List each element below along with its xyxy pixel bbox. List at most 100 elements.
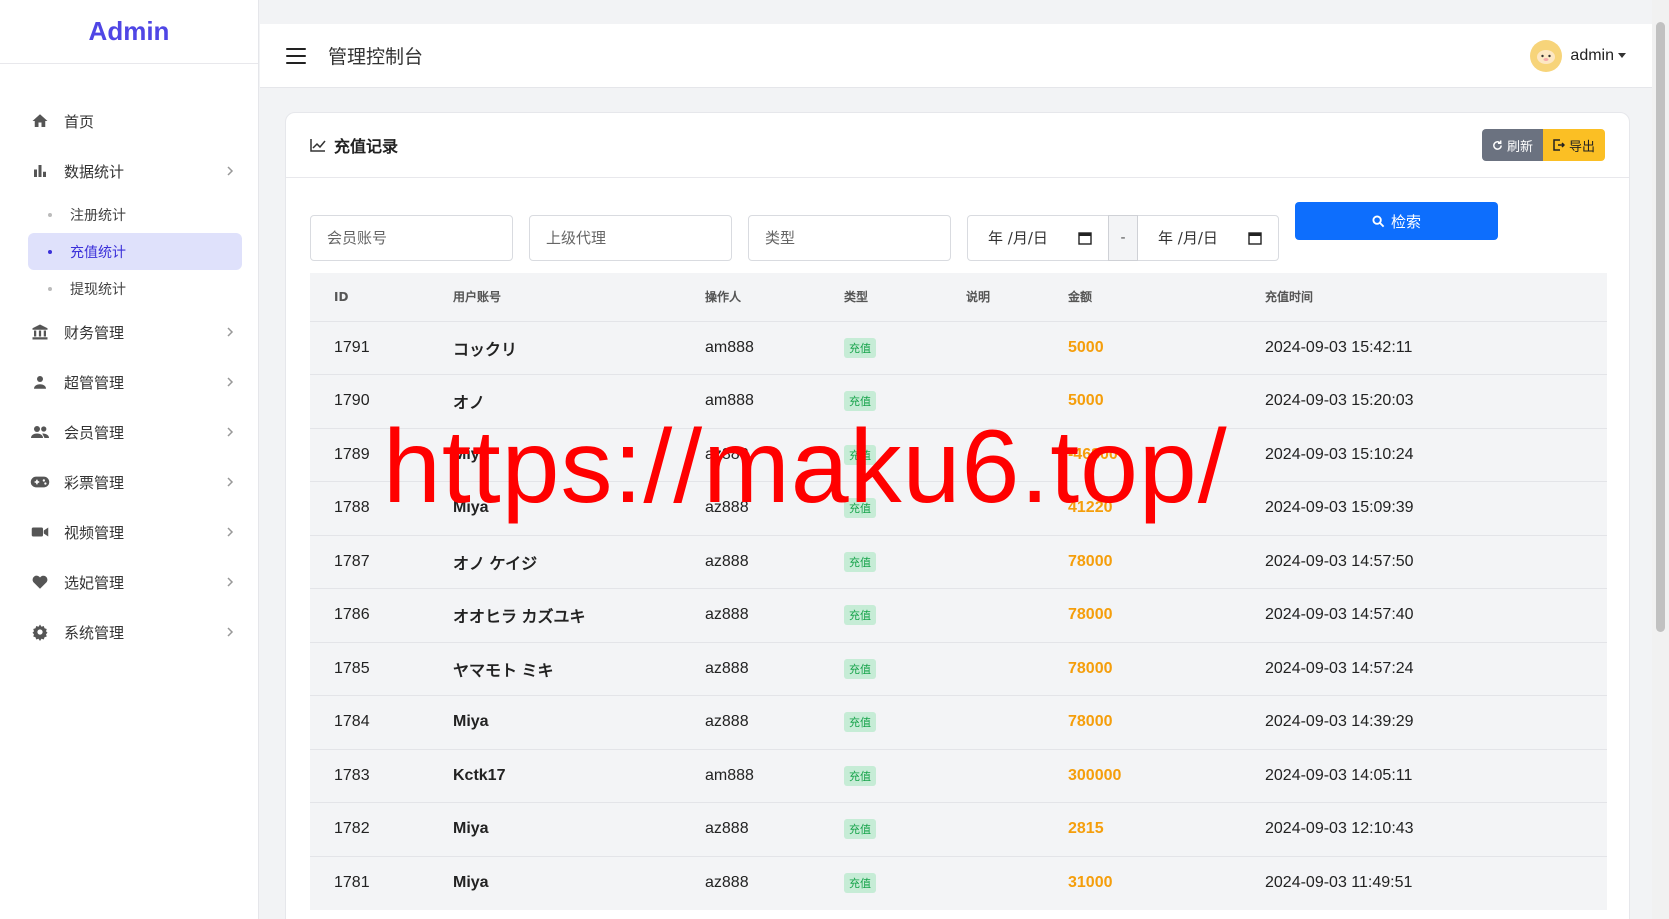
cell-operator: am888 xyxy=(705,766,754,784)
cell-amount: 78000 xyxy=(1068,552,1113,570)
cell-user: Miya xyxy=(453,713,489,731)
type-badge: 充值 xyxy=(844,712,876,733)
cell-time: 2024-09-03 15:42:11 xyxy=(1265,338,1413,356)
watermark-text: https://maku6.top/ xyxy=(383,409,1228,525)
date-to-field[interactable]: 年 /月/日 xyxy=(1138,216,1278,260)
filter-bar: 年 /月/日 - 年 /月/日 检索 xyxy=(286,178,1629,273)
cell-type: 充值 xyxy=(820,589,942,643)
brand-logo-text[interactable]: Admin xyxy=(89,16,170,47)
column-header: 类型 xyxy=(844,290,869,305)
cell-time: 2024-09-03 15:20:03 xyxy=(1265,392,1414,410)
cell-operator: az888 xyxy=(705,874,749,891)
cell-note xyxy=(942,589,1044,643)
cell-user: オオヒラ カズユキ xyxy=(453,609,586,627)
member-account-input[interactable] xyxy=(310,214,513,261)
column-header: 说明 xyxy=(966,290,991,305)
table-row[interactable]: 1784 Miya az888 充值 78000 2024-09-03 14:39:29 xyxy=(310,695,1607,749)
type-badge: 充值 xyxy=(844,605,876,626)
parent-agent-input[interactable] xyxy=(529,214,732,261)
cell-note xyxy=(942,321,1044,375)
bullet-icon xyxy=(48,249,52,254)
sidebar: Admin 首页 数据统计 注册统计 充值统计 提现统计 财务管理 超管管理 会… xyxy=(0,0,259,919)
sidebar-item-label: 财务管理 xyxy=(64,323,125,342)
chevron-right-icon xyxy=(227,427,234,437)
cell-operator: az888 xyxy=(705,659,749,677)
sidebar-item-label: 会员管理 xyxy=(64,423,125,442)
bank-icon xyxy=(30,322,50,342)
cell-id: 1784 xyxy=(334,713,370,731)
cell-id: 1782 xyxy=(334,820,370,838)
date-separator: - xyxy=(1108,214,1138,261)
type-badge: 充值 xyxy=(844,873,876,893)
sidebar-item-lottery[interactable]: 彩票管理 xyxy=(0,457,258,507)
cell-time: 2024-09-03 14:57:40 xyxy=(1265,606,1414,624)
refresh-button[interactable]: 刷新 xyxy=(1481,129,1543,161)
search-label: 检索 xyxy=(1390,212,1421,231)
search-button[interactable]: 检索 xyxy=(1295,202,1498,240)
sidebar-item-data-stats[interactable]: 数据统计 xyxy=(0,146,258,196)
column-header: 充值时间 xyxy=(1265,290,1314,305)
table-header: ID 用户账号 操作人 类型 说明 金额 充值时间 xyxy=(310,273,1607,321)
cell-note xyxy=(942,856,1044,910)
table-row[interactable]: 1786 オオヒラ カズユキ az888 充值 78000 2024-09-03 14:5… xyxy=(310,588,1607,643)
sidebar-subitem-withdraw-stats[interactable]: 提现统计 xyxy=(28,270,242,307)
sidebar-item-label: 首页 xyxy=(64,112,95,131)
sidebar-item-super-admin[interactable]: 超管管理 xyxy=(0,357,258,407)
table-row[interactable]: 1781 Miya az888 充值 31000 2024-09-03 11:49:51 xyxy=(310,856,1607,910)
cell-type: 充值 xyxy=(820,856,942,910)
cell-operator: az888 xyxy=(705,606,749,624)
type-input[interactable] xyxy=(748,214,951,261)
cell-time: 2024-09-03 11:49:51 xyxy=(1265,874,1413,891)
avatar[interactable] xyxy=(1530,39,1563,72)
table-row[interactable]: 1787 オノ ケイジ az888 充值 78000 2024-09-03 14:57:5… xyxy=(310,535,1607,589)
cell-type: 充值 xyxy=(820,535,942,589)
chevron-right-icon xyxy=(227,377,234,387)
cell-type: 充值 xyxy=(820,749,942,803)
cell-note xyxy=(942,535,1044,589)
user-menu[interactable]: admin xyxy=(1530,39,1626,72)
sidebar-item-finance[interactable]: 财务管理 xyxy=(0,307,258,357)
user-name[interactable]: admin xyxy=(1570,47,1614,65)
card-title-text: 充值记录 xyxy=(334,137,399,156)
calendar-icon[interactable] xyxy=(1248,231,1262,245)
sidebar-subitem-register-stats[interactable]: 注册统计 xyxy=(28,196,242,233)
sidebar-item-home[interactable]: 首页 xyxy=(0,96,258,146)
table-row[interactable]: 1782 Miya az888 充值 2815 2024-09-03 12:10:43 xyxy=(310,802,1607,856)
sidebar-subitem-label: 提现统计 xyxy=(70,281,126,298)
export-button[interactable]: 导出 xyxy=(1542,129,1605,161)
scrollbar-thumb[interactable] xyxy=(1656,22,1665,632)
table-row[interactable]: 1785 ヤマモト ミキ az888 充值 78000 2024-09-03 14:57:… xyxy=(310,642,1607,696)
table-row[interactable]: 1783 Kctk17 am888 充值 300000 2024-09-03 14:05:… xyxy=(310,749,1607,803)
chevron-right-icon xyxy=(227,527,234,537)
scrollbar[interactable] xyxy=(1652,0,1669,919)
sidebar-item-label: 视频管理 xyxy=(64,523,125,542)
cell-operator: az888 xyxy=(705,820,749,838)
caret-down-icon[interactable] xyxy=(1618,53,1626,58)
heart-icon xyxy=(30,572,50,592)
brand[interactable]: Admin xyxy=(0,0,258,64)
date-from-field[interactable]: 年 /月/日 xyxy=(968,216,1108,260)
cell-time: 2024-09-03 14:57:24 xyxy=(1265,659,1414,677)
line-chart-icon xyxy=(310,138,326,152)
search-icon xyxy=(1372,214,1385,227)
table-row[interactable]: 1791 コックリ am888 充值 5000 2024-09-03 15:42:11 xyxy=(310,321,1607,375)
column-header: 操作人 xyxy=(705,290,742,305)
menu-toggle-icon[interactable] xyxy=(286,47,306,64)
type-badge: 充值 xyxy=(844,551,876,572)
export-label: 导出 xyxy=(1568,138,1595,154)
cell-time: 2024-09-03 14:57:50 xyxy=(1265,552,1414,570)
cell-note xyxy=(942,642,1044,696)
calendar-icon[interactable] xyxy=(1078,231,1092,245)
refresh-label: 刷新 xyxy=(1506,138,1533,154)
cell-user: Miya xyxy=(453,874,489,891)
sidebar-item-system[interactable]: 系统管理 xyxy=(0,607,258,657)
type-badge: 充值 xyxy=(844,765,876,786)
cell-time: 2024-09-03 14:05:11 xyxy=(1265,766,1413,784)
cell-id: 1781 xyxy=(334,874,370,891)
sidebar-item-selection[interactable]: 选妃管理 xyxy=(0,557,258,607)
sidebar-subitem-recharge-stats[interactable]: 充值统计 xyxy=(28,233,242,270)
sidebar-item-label: 数据统计 xyxy=(64,162,125,181)
cell-amount: 5000 xyxy=(1068,338,1104,356)
sidebar-item-members[interactable]: 会员管理 xyxy=(0,407,258,457)
sidebar-item-video[interactable]: 视频管理 xyxy=(0,507,258,557)
